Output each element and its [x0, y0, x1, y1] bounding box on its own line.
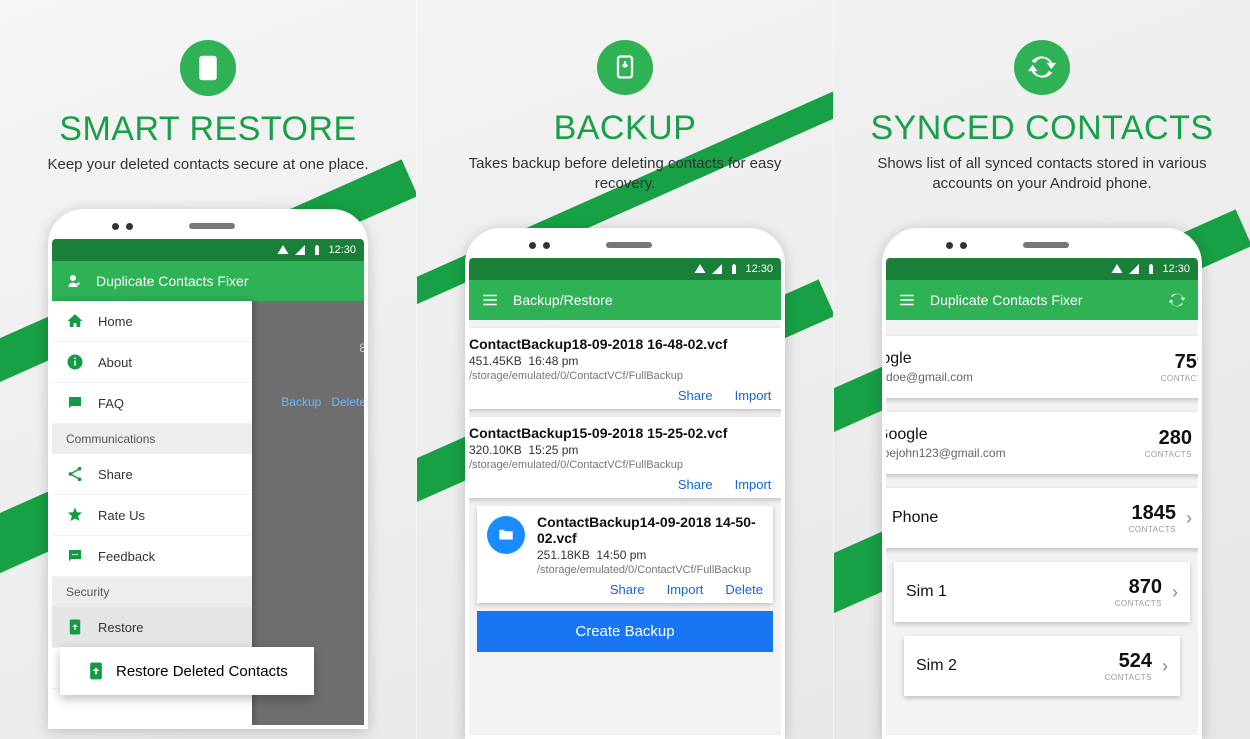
chevron-right-icon: › — [1172, 582, 1178, 603]
section-communications: Communications — [52, 424, 252, 454]
drawer-item-faq[interactable]: FAQ — [52, 383, 252, 424]
backup-icon — [597, 40, 653, 95]
backup-card[interactable]: ContactBackup14-09-2018 14-50-02.vcf 251… — [477, 506, 773, 603]
import-button[interactable]: Import — [735, 477, 772, 492]
share-button[interactable]: Share — [678, 477, 713, 492]
panel-title: BACKUP — [554, 109, 697, 148]
drawer-item-restore[interactable]: Restore — [52, 607, 252, 648]
status-bar: 12:30 — [52, 239, 364, 261]
drawer-item-feedback[interactable]: Feedback — [52, 536, 252, 577]
status-bar: 12:30 — [886, 258, 1198, 280]
app-bar: Duplicate Contacts Fixer — [52, 261, 364, 301]
drawer-item-share[interactable]: Share — [52, 454, 252, 495]
refresh-icon[interactable] — [1168, 291, 1186, 309]
phone-frame: 12:30 Duplicate Contacts Fixer Googlejoh… — [882, 228, 1202, 739]
restore-icon — [180, 40, 236, 96]
chevron-right-icon: › — [1162, 656, 1168, 677]
panel-title: SMART RESTORE — [59, 110, 356, 149]
backup-card[interactable]: ContactBackup15-09-2018 15-25-02.vcf 320… — [469, 417, 781, 498]
panel-title: SYNCED CONTACTS — [870, 109, 1213, 148]
user-gear-icon — [64, 272, 82, 290]
status-bar: 12:30 — [469, 258, 781, 280]
create-backup-button[interactable]: Create Backup — [477, 611, 773, 652]
account-row[interactable]: Googledoejohn123@gmail.com 280CONTACTS › — [886, 412, 1198, 474]
panel-subtitle: Shows list of all synced contacts stored… — [834, 154, 1250, 195]
panel-subtitle: Takes backup before deleting contacts fo… — [417, 154, 833, 195]
section-security: Security — [52, 577, 252, 607]
app-title: Duplicate Contacts Fixer — [930, 292, 1154, 308]
sync-icon — [1014, 40, 1070, 95]
import-button[interactable]: Import — [667, 582, 704, 597]
chevron-right-icon: › — [1186, 508, 1192, 529]
hamburger-icon[interactable] — [481, 291, 499, 309]
drawer-item-rate[interactable]: Rate Us — [52, 495, 252, 536]
account-row[interactable]: Phone 1845CONTACTS › — [886, 488, 1198, 548]
account-row[interactable]: Googlejohn.doe@gmail.com 759CONTACTS › — [886, 336, 1198, 398]
delete-button[interactable]: Delete — [725, 582, 763, 597]
drawer-item-home[interactable]: Home — [52, 301, 252, 342]
hamburger-icon[interactable] — [898, 291, 916, 309]
backup-card[interactable]: ContactBackup18-09-2018 16-48-02.vcf 451… — [469, 328, 781, 409]
folder-icon — [487, 516, 525, 554]
share-button[interactable]: Share — [610, 582, 645, 597]
tooltip-restore[interactable]: Restore Deleted Contacts — [60, 647, 314, 695]
drawer-item-about[interactable]: About — [52, 342, 252, 383]
app-title: Backup/Restore — [513, 292, 769, 308]
import-button[interactable]: Import — [735, 388, 772, 403]
account-row[interactable]: Sim 1 870CONTACTS › — [894, 562, 1190, 622]
panel-subtitle: Keep your deleted contacts secure at one… — [27, 155, 388, 175]
app-bar: Backup/Restore — [469, 280, 781, 320]
account-row[interactable]: Sim 2 524CONTACTS › — [904, 636, 1180, 696]
phone-frame: 12:30 Backup/Restore ContactBackup18-09-… — [465, 228, 785, 739]
share-button[interactable]: Share — [678, 388, 713, 403]
app-title: Duplicate Contacts Fixer — [96, 273, 352, 289]
app-bar: Duplicate Contacts Fixer — [886, 280, 1198, 320]
